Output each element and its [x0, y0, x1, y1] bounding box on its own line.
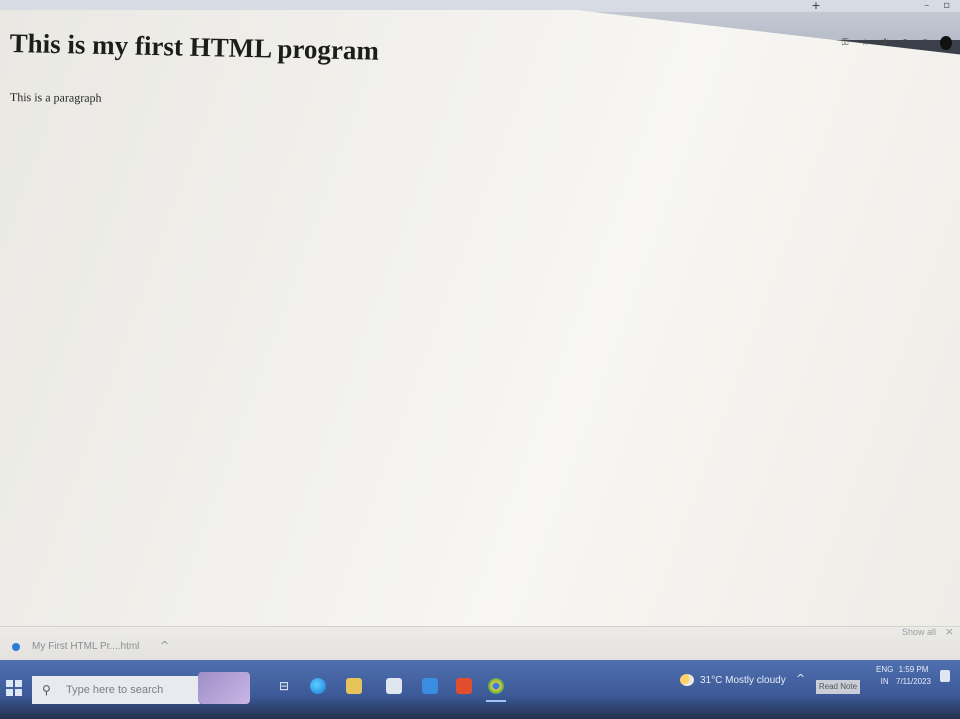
- taskbar-search[interactable]: ⚲ Type here to search: [32, 676, 200, 704]
- star-icon[interactable]: ☆: [860, 38, 870, 48]
- page-paragraph: This is a paragraph: [9, 90, 102, 105]
- chevron-up-icon[interactable]: ^: [160, 639, 169, 652]
- office-icon[interactable]: [456, 678, 472, 694]
- task-view-icon[interactable]: ⊟: [276, 678, 292, 694]
- taskbar: ⚲ Type here to search ⊟ 31°C Mostly clou…: [0, 660, 960, 719]
- search-icon: ⚲: [42, 683, 51, 697]
- edge-icon[interactable]: [310, 678, 326, 694]
- file-explorer-icon[interactable]: [346, 678, 362, 694]
- weather-widget[interactable]: 31°C Mostly cloudy: [680, 674, 786, 686]
- extension-icon[interactable]: ✱: [880, 38, 890, 48]
- profile-avatar[interactable]: [940, 36, 952, 50]
- tray-overflow-icon[interactable]: ^: [796, 672, 805, 685]
- browser-toolbar-icons: ⚿ ☆ ✱ ⊙ ▯: [840, 36, 952, 50]
- minimize-icon[interactable]: –: [924, 0, 929, 12]
- window-controls: – ▫: [924, 0, 950, 12]
- close-icon[interactable]: ×: [945, 625, 954, 638]
- notification-icon[interactable]: [940, 670, 950, 682]
- download-bar: My First HTML Pr....html ^ Show all ×: [0, 625, 960, 661]
- new-tab-button[interactable]: +: [808, 0, 824, 12]
- clock-time: 1:59 PM: [898, 665, 929, 674]
- language-indicator[interactable]: ENG IN: [876, 664, 893, 688]
- windows-start-button[interactable]: [6, 680, 22, 696]
- mail-icon[interactable]: [422, 678, 438, 694]
- store-icon[interactable]: [386, 678, 402, 694]
- key-icon[interactable]: ⚿: [840, 38, 850, 48]
- active-app-indicator: [486, 700, 506, 702]
- clock[interactable]: 1:59 PM 7/11/2023: [896, 664, 931, 688]
- sync-icon[interactable]: ⊙: [900, 38, 910, 48]
- search-highlight-image[interactable]: [198, 672, 250, 704]
- download-item[interactable]: My First HTML Pr....html: [32, 641, 139, 652]
- weather-text: 31°C Mostly cloudy: [700, 674, 786, 686]
- show-all-button[interactable]: Show all: [902, 627, 936, 637]
- search-placeholder: Type here to search: [66, 684, 164, 696]
- page-heading: This is my first HTML program: [9, 28, 380, 66]
- sidebar-icon[interactable]: ▯: [920, 38, 930, 48]
- maximize-icon[interactable]: ▫: [943, 0, 950, 12]
- language-region: IN: [880, 677, 889, 686]
- chrome-icon[interactable]: [488, 678, 504, 694]
- tray-tooltip: Read Note: [816, 680, 860, 694]
- page-viewport: This is my first HTML program This is a …: [0, 10, 960, 646]
- clock-date: 7/11/2023: [896, 677, 931, 686]
- weather-icon: [680, 674, 694, 686]
- file-icon: [12, 643, 20, 651]
- language-primary: ENG: [876, 665, 894, 674]
